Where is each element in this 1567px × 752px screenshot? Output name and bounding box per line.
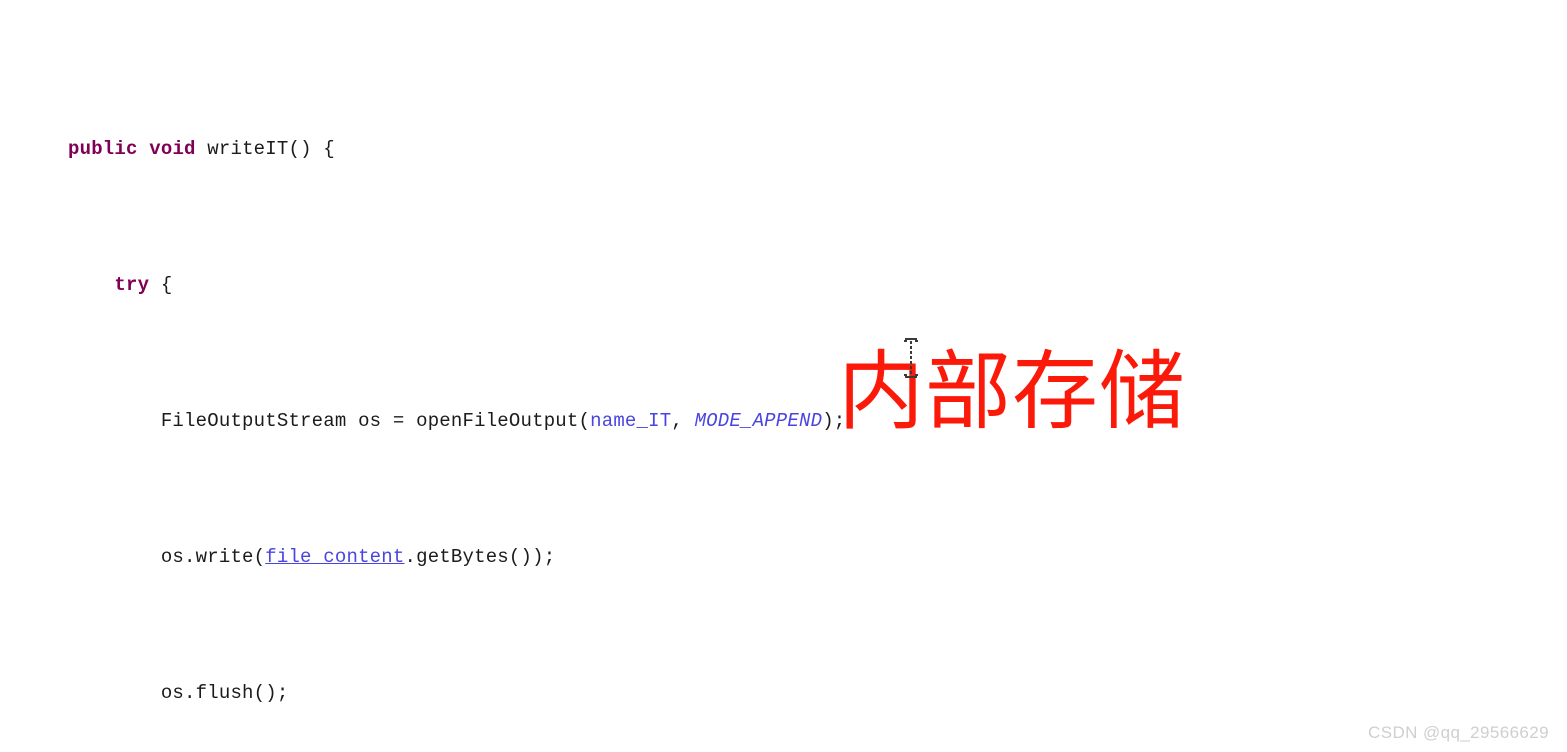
code-line-clipped: } catch (IOException e) { [68, 744, 444, 752]
keyword-void: void [149, 138, 196, 160]
call-os-flush: os.flush(); [160, 682, 289, 704]
code-line: os.write(file_content.getBytes()); [68, 540, 1548, 574]
code-editor-text[interactable]: public void writeIT() { try { FileOutput… [68, 30, 1548, 752]
csdn-watermark: CSDN @qq_29566629 [1368, 723, 1549, 742]
code-line: FileOutputStream os = openFileOutput(nam… [68, 404, 1548, 438]
code-line: try { [68, 268, 1548, 302]
annotation-overlay-label: 内部存储 [838, 342, 1186, 442]
statement-openfileoutput: os = openFileOutput( [358, 410, 591, 432]
arg-separator: , [671, 410, 695, 432]
open-brace: { [160, 274, 173, 296]
keyword-try: try [114, 274, 150, 296]
code-screenshot: public void writeIT() { try { FileOutput… [0, 0, 1567, 752]
method-name-writeit: writeIT() [207, 138, 312, 160]
static-field-mode-append: MODE_APPEND [694, 410, 823, 432]
call-getbytes: .getBytes()); [404, 546, 556, 568]
i-beam-cursor-icon [903, 338, 919, 378]
field-file-content: file_content [265, 546, 405, 568]
keyword-public: public [68, 138, 138, 160]
open-brace: { [323, 138, 335, 160]
code-line: public void writeIT() { [68, 132, 1548, 166]
code-line: os.flush(); [68, 676, 1548, 710]
type-fileoutputstream: FileOutputStream [160, 410, 347, 432]
call-os-write: os.write( [160, 546, 266, 568]
field-name-it: name_IT [590, 410, 672, 432]
